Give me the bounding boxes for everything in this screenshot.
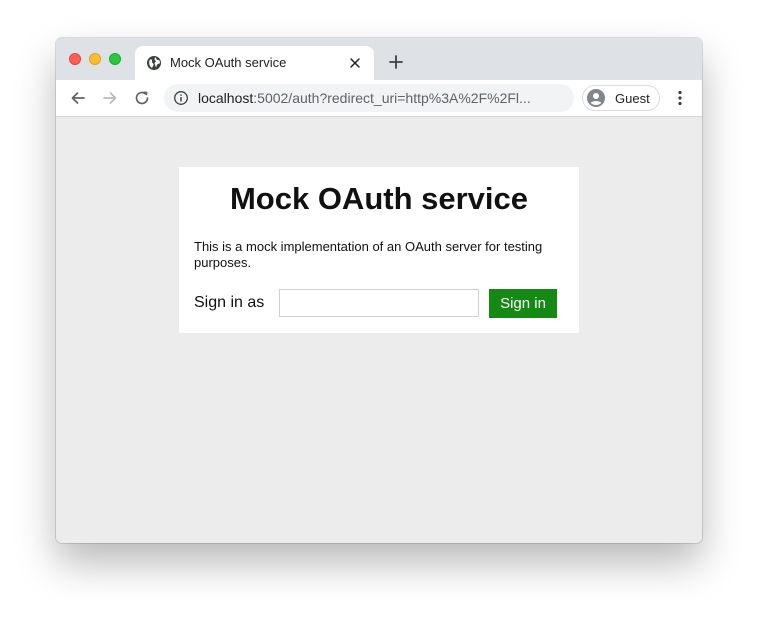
- close-window-button[interactable]: [69, 53, 81, 65]
- title-bar: Mock OAuth service: [56, 38, 702, 80]
- profile-label: Guest: [615, 91, 650, 106]
- url-path: :5002/auth?redirect_uri=http%3A%2F%2Fl..…: [253, 90, 531, 106]
- close-icon[interactable]: [346, 54, 364, 72]
- sign-in-button[interactable]: Sign in: [489, 289, 557, 318]
- url-host: localhost: [198, 90, 254, 106]
- globe-icon: [147, 56, 161, 70]
- plus-icon[interactable]: [386, 52, 406, 72]
- browser-toolbar: localhost:5002/auth?redirect_uri=http%3A…: [56, 80, 702, 117]
- active-tab[interactable]: Mock OAuth service: [135, 46, 374, 80]
- person-icon: [587, 89, 605, 107]
- browser-window: Mock OAuth service localhost:5002/auth?r…: [56, 38, 702, 543]
- page-viewport: Mock OAuth service This is a mock implem…: [56, 117, 702, 543]
- zoom-window-button[interactable]: [109, 53, 121, 65]
- page-description: This is a mock implementation of an OAut…: [194, 239, 543, 270]
- info-icon[interactable]: [173, 90, 189, 106]
- back-arrow-icon[interactable]: [68, 88, 88, 108]
- forward-arrow-icon[interactable]: [100, 88, 120, 108]
- reload-icon[interactable]: [132, 88, 152, 108]
- more-vertical-icon[interactable]: [670, 88, 690, 108]
- sign-in-label: Sign in as: [194, 294, 265, 311]
- username-input[interactable]: [279, 289, 479, 317]
- tab-title: Mock OAuth service: [170, 55, 287, 70]
- address-bar[interactable]: localhost:5002/auth?redirect_uri=http%3A…: [164, 84, 574, 112]
- page-title: Mock OAuth service: [229, 181, 529, 216]
- url-text: localhost:5002/auth?redirect_uri=http%3A…: [198, 90, 531, 106]
- oauth-card: Mock OAuth service This is a mock implem…: [179, 167, 579, 333]
- profile-button[interactable]: Guest: [582, 85, 660, 111]
- minimize-window-button[interactable]: [89, 53, 101, 65]
